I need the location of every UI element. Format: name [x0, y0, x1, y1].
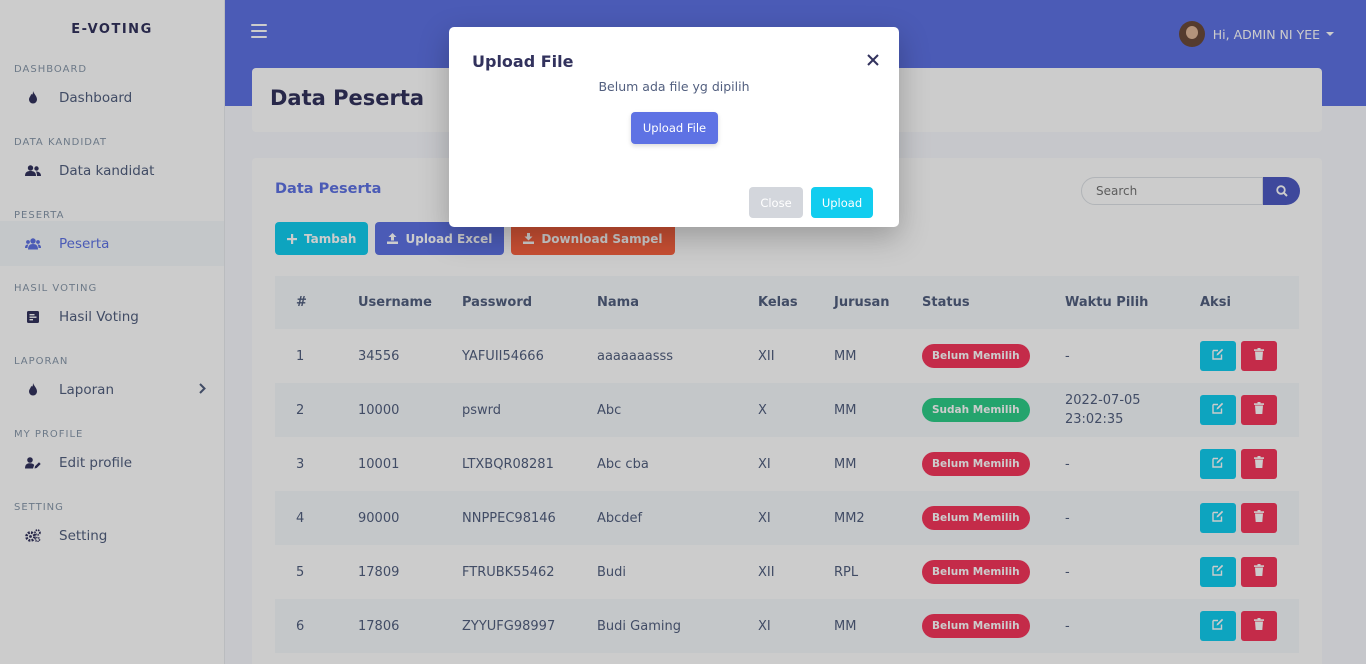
select-file-button[interactable]: Upload File [631, 112, 718, 144]
close-icon[interactable] [867, 49, 879, 69]
close-button[interactable]: Close [749, 187, 803, 218]
file-status-text: Belum ada file yg dipilih [598, 79, 750, 94]
upload-button[interactable]: Upload [811, 187, 873, 218]
modal-title: Upload File [472, 52, 574, 71]
upload-file-modal: Upload File Belum ada file yg dipilih Up… [449, 27, 899, 227]
